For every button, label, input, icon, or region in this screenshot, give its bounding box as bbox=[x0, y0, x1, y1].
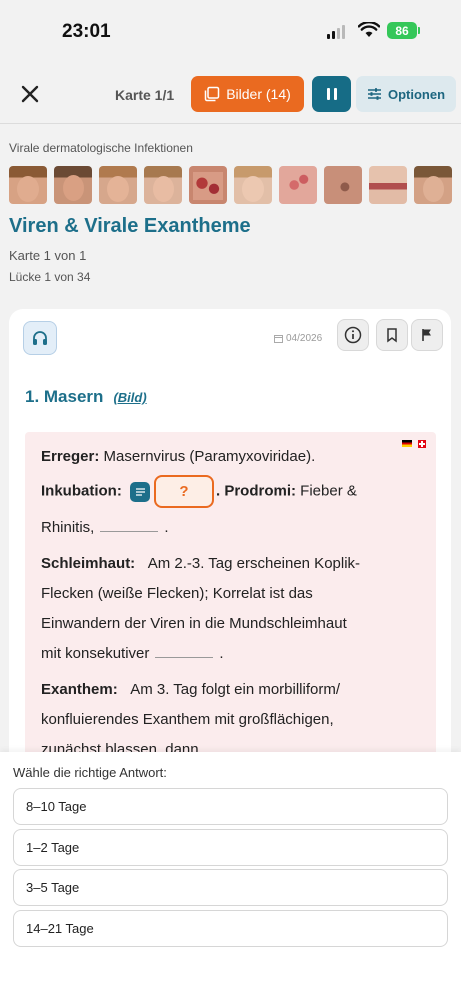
note-icon[interactable] bbox=[130, 481, 150, 502]
erreger-text: Masernvirus (Paramyxoviridae). bbox=[99, 448, 316, 465]
answer-gap-blank[interactable] bbox=[100, 531, 159, 532]
section-title: 1. Masern bbox=[25, 387, 104, 406]
content-line: konfluierendes Exanthem mit großflächige… bbox=[41, 711, 334, 728]
images-button-label: Bilder (14) bbox=[226, 86, 291, 102]
answer-option[interactable]: 1–2 Tage bbox=[13, 829, 448, 866]
schleimhaut-text: Am 2.-3. Tag erscheinen Koplik- bbox=[147, 555, 361, 572]
flag-germany-icon[interactable] bbox=[402, 440, 412, 447]
card-progress: Karte 1 von 1 bbox=[9, 248, 87, 263]
wifi-icon bbox=[358, 22, 380, 37]
content-line: Inkubation: ?. Prodromi: Fieber & bbox=[41, 475, 357, 508]
page-title: Viren & Virale Exantheme bbox=[9, 215, 251, 237]
category-label: Virale dermatologische Infektionen bbox=[9, 141, 193, 155]
bookmark-button[interactable] bbox=[376, 319, 408, 351]
top-toolbar: Karte 1/1 Bilder (14) Optionen bbox=[0, 62, 461, 124]
images-icon bbox=[204, 86, 220, 102]
headphones-icon bbox=[33, 331, 47, 345]
bookmark-icon bbox=[387, 328, 397, 343]
sliders-icon bbox=[367, 88, 381, 100]
thumbnail-child-face[interactable] bbox=[414, 166, 452, 204]
image-thumbnail-strip bbox=[9, 166, 452, 204]
thumbnail-child-face[interactable] bbox=[144, 166, 182, 204]
answer-prompt: Wähle die richtige Antwort: bbox=[13, 765, 167, 780]
image-link[interactable]: (Bild) bbox=[113, 390, 146, 405]
answer-sheet: Wähle die richtige Antwort: 8–10 Tage 1–… bbox=[0, 752, 461, 1000]
exanthem-label: Exanthem: bbox=[41, 681, 118, 698]
thumbnail-rash-skin[interactable] bbox=[189, 166, 227, 204]
status-time: 23:01 bbox=[62, 21, 111, 42]
pause-button[interactable] bbox=[312, 76, 351, 112]
close-icon[interactable] bbox=[18, 82, 42, 106]
line-end: . bbox=[164, 519, 169, 536]
thumbnail-child-face[interactable] bbox=[99, 166, 137, 204]
content-line: Erreger: Masernvirus (Paramyxoviridae). bbox=[41, 448, 315, 465]
line-end: . bbox=[219, 645, 224, 662]
language-flags bbox=[402, 440, 426, 448]
options-button[interactable]: Optionen bbox=[356, 76, 456, 112]
content-line: Rhinitis,. bbox=[41, 519, 169, 536]
flag-switzerland-icon[interactable] bbox=[418, 440, 426, 448]
thumbnail-rash-neck[interactable] bbox=[279, 166, 317, 204]
pause-icon bbox=[326, 88, 330, 100]
status-bar: 23:01 86 bbox=[0, 0, 461, 62]
battery-icon: 86 bbox=[387, 22, 417, 39]
flag-button[interactable] bbox=[411, 319, 443, 351]
answer-option[interactable]: 8–10 Tage bbox=[13, 788, 448, 825]
inkubation-label: Inkubation: bbox=[41, 482, 122, 500]
thumbnail-child-face[interactable] bbox=[9, 166, 47, 204]
prodromi-label: . Prodromi: bbox=[216, 482, 297, 500]
exanthem-text: Am 3. Tag folgt ein morbilliform/ bbox=[130, 681, 341, 698]
section-heading: 1. Masern (Bild) bbox=[25, 387, 147, 407]
images-button[interactable]: Bilder (14) bbox=[191, 76, 304, 112]
prodromi-text: Fieber & bbox=[296, 482, 357, 500]
card-date: 04/2026 bbox=[274, 333, 322, 344]
audio-button[interactable] bbox=[23, 321, 57, 355]
battery-tip bbox=[418, 27, 420, 34]
thumbnail-child-face[interactable] bbox=[234, 166, 272, 204]
answer-gap-blank[interactable] bbox=[155, 657, 214, 658]
gap-progress: Lücke 1 von 34 bbox=[9, 270, 91, 284]
erreger-label: Erreger: bbox=[41, 448, 100, 465]
content-line: Schleimhaut: Am 2.-3. Tag erscheinen Kop… bbox=[41, 555, 360, 572]
card-counter: Karte 1/1 bbox=[115, 87, 175, 103]
rhinitis-text: Rhinitis, bbox=[41, 519, 95, 536]
info-button[interactable] bbox=[337, 319, 369, 351]
content-line: Exanthem: Am 3. Tag folgt ein morbillifo… bbox=[41, 681, 340, 698]
content-line: Flecken (weiße Flecken); Korrelat ist da… bbox=[41, 585, 313, 602]
flag-icon bbox=[422, 329, 431, 341]
flashcard: 04/2026 1. Masern (Bild) Erreger: Masern… bbox=[9, 309, 451, 769]
calendar-icon bbox=[274, 335, 283, 343]
schleimhaut-label: Schleimhaut: bbox=[41, 555, 136, 572]
answer-option[interactable]: 14–21 Tage bbox=[13, 910, 448, 947]
card-content: Erreger: Masernvirus (Paramyxoviridae). … bbox=[25, 432, 436, 769]
thumbnail-skin-lesion[interactable] bbox=[324, 166, 362, 204]
options-button-label: Optionen bbox=[387, 86, 446, 102]
answer-option[interactable]: 3–5 Tage bbox=[13, 869, 448, 906]
content-line: mit konsekutiver. bbox=[41, 645, 224, 662]
cellular-signal-icon bbox=[327, 25, 345, 39]
answer-gap-active[interactable]: ? bbox=[154, 475, 214, 508]
thumbnail-child-face[interactable] bbox=[54, 166, 92, 204]
card-date-text: 04/2026 bbox=[286, 333, 323, 344]
info-icon bbox=[344, 326, 362, 344]
content-line: Einwandern der Viren in die Mundschleimh… bbox=[41, 615, 347, 632]
konsekutiver-text: mit konsekutiver bbox=[41, 645, 150, 662]
thumbnail-mouth[interactable] bbox=[369, 166, 407, 204]
battery-level: 86 bbox=[395, 23, 409, 38]
